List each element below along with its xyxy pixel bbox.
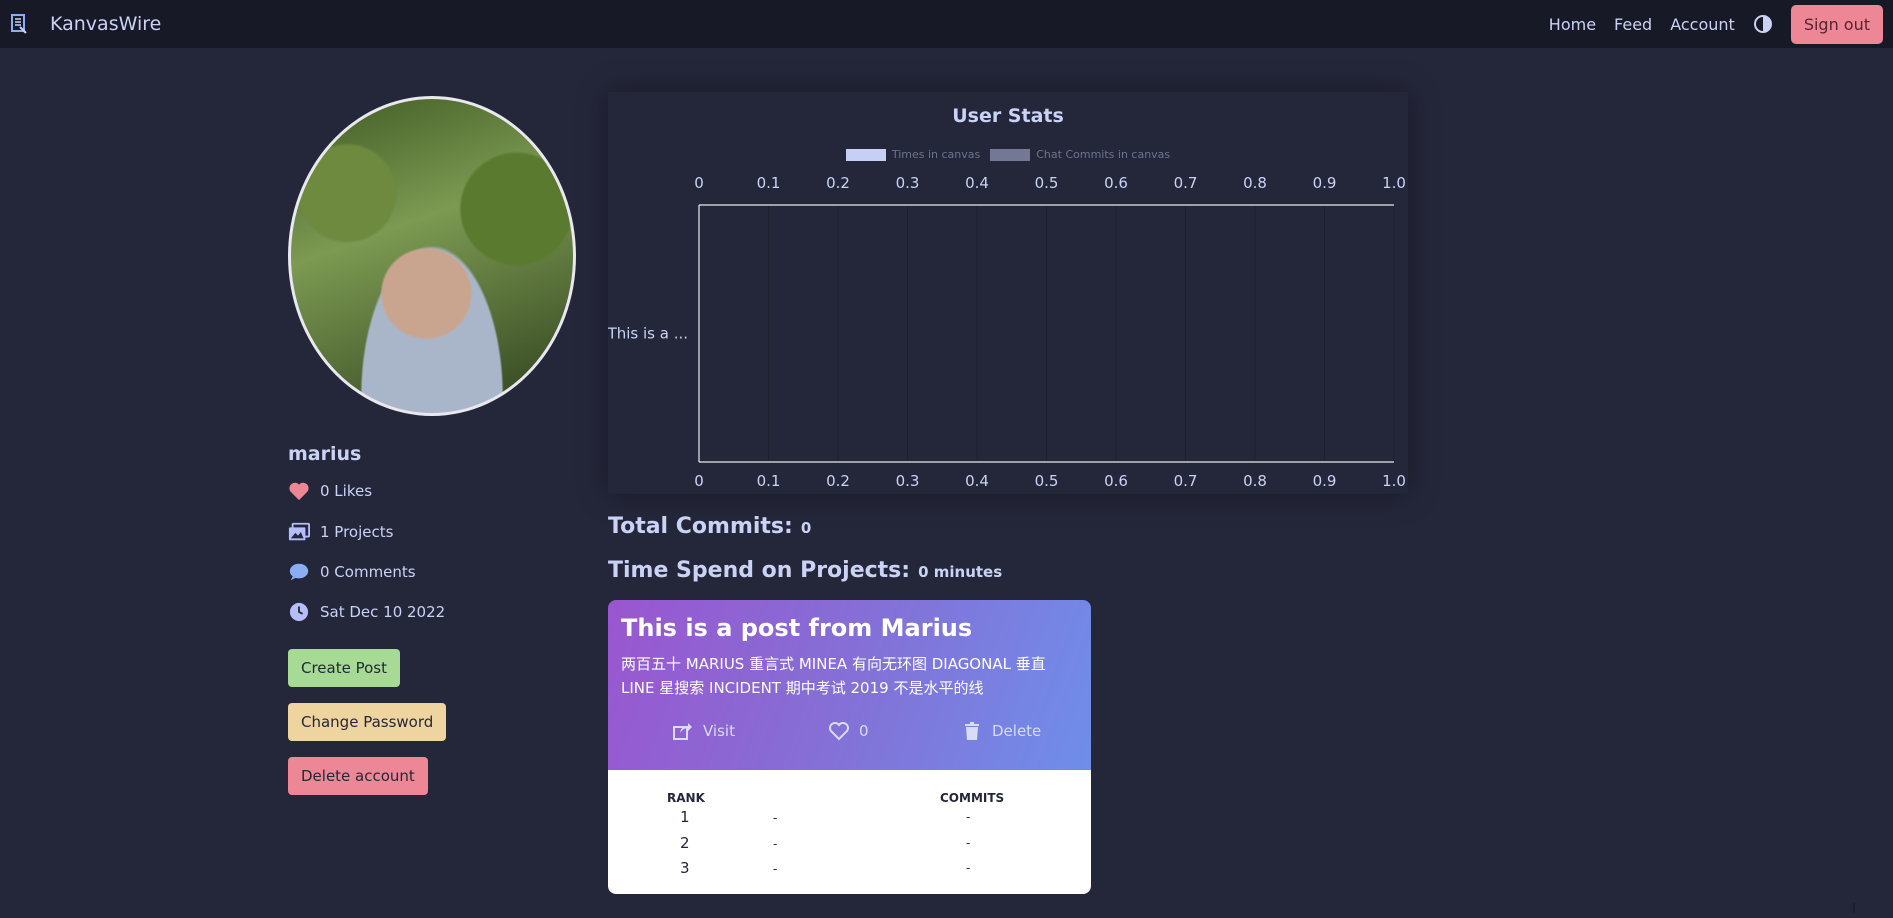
heart-outline-icon — [829, 722, 849, 741]
comments-stat: 0 Comments — [288, 562, 416, 582]
time-spend-value: 0 minutes — [918, 563, 1003, 581]
table-row-commits: - — [966, 836, 971, 850]
navbar: KanvasWire Home Feed Account Sign out — [0, 0, 1893, 48]
heart-icon — [289, 482, 309, 501]
visit-button[interactable]: Visit — [673, 721, 735, 741]
x-tick-label-top: 0.8 — [1243, 174, 1267, 192]
x-tick-label-bottom: 0.9 — [1313, 472, 1337, 490]
likes-label: 0 Likes — [320, 482, 373, 500]
total-commits-label: Total Commits: — [608, 514, 793, 539]
images-icon — [288, 522, 310, 541]
like-button[interactable]: 0 — [829, 721, 869, 741]
change-password-button[interactable]: Change Password — [288, 703, 447, 741]
x-tick-label-top: 0.5 — [1035, 174, 1059, 192]
delete-post-label: Delete — [992, 722, 1042, 740]
x-tick-label-top: 1.0 — [1382, 174, 1406, 192]
nav-account-link[interactable]: Account — [1670, 15, 1735, 34]
theme-toggle-icon[interactable] — [1753, 14, 1773, 34]
x-tick-label-top: 0.6 — [1104, 174, 1128, 192]
table-row-rank: 2 — [680, 834, 690, 852]
table-row-commits: - — [966, 810, 971, 824]
post-title: This is a post from Marius — [621, 614, 973, 642]
clock-icon — [289, 602, 309, 622]
chart-plot: 0 0 0.1 0.1 0.2 0.2 0.3 0.3 0.4 0.4 0.5 0.5 0.6 0.6 0.… — [608, 174, 1406, 490]
nav-right: Home Feed Account Sign out — [1549, 0, 1883, 48]
visit-label: Visit — [703, 722, 735, 740]
x-tick-label-bottom: 0.4 — [965, 472, 989, 490]
x-tick-label-bottom: 0.1 — [757, 472, 781, 490]
x-tick-label-bottom: 0.6 — [1104, 472, 1128, 490]
leaderboard-table: RANK COMMITS 1 - - 2 - - 3 - - — [608, 770, 1091, 894]
trash-icon — [965, 722, 979, 740]
x-tick-label-bottom: 1.0 — [1382, 472, 1406, 490]
avatar — [288, 96, 576, 416]
x-tick-label-bottom: 0.5 — [1035, 472, 1059, 490]
x-tick-label-top: 0.9 — [1313, 174, 1337, 192]
signout-button[interactable]: Sign out — [1790, 4, 1883, 44]
time-spend: Time Spend on Projects: 0 minutes — [608, 558, 1002, 583]
x-tick-label-bottom: 0.7 — [1174, 472, 1198, 490]
create-post-button[interactable]: Create Post — [288, 649, 400, 687]
table-row-name: - — [773, 837, 778, 851]
share-icon — [673, 723, 692, 740]
delete-account-button[interactable]: Delete account — [288, 757, 428, 795]
time-spend-label: Time Spend on Projects: — [608, 558, 911, 583]
comment-icon — [289, 563, 309, 581]
table-row-rank: 3 — [680, 859, 690, 877]
post-likes-count: 0 — [859, 722, 869, 740]
x-tick-label-bottom: 0 — [694, 472, 704, 490]
total-commits-value: 0 — [800, 519, 812, 537]
post-description: 两百五十 MARIUS 重言式 MINEA 有向无环图 DIAGONAL 垂直 … — [621, 655, 1046, 697]
x-tick-label-bottom: 0.8 — [1243, 472, 1267, 490]
x-tick-label-top: 0 — [694, 174, 704, 192]
likes-stat: 0 Likes — [288, 481, 372, 501]
brand[interactable]: KanvasWire — [10, 13, 161, 35]
table-row-name: - — [773, 862, 778, 876]
joined-date: Sat Dec 10 2022 — [320, 603, 446, 621]
x-tick-label-bottom: 0.3 — [896, 472, 920, 490]
x-tick-label-top: 0.1 — [757, 174, 781, 192]
commits-header: COMMITS — [940, 791, 1005, 805]
text-cursor-icon: I — [1852, 902, 1856, 917]
username: marius — [288, 443, 362, 465]
table-row-name: - — [773, 811, 778, 825]
comments-label: 0 Comments — [320, 563, 416, 581]
x-tick-label-bottom: 0.2 — [826, 472, 850, 490]
logo-icon — [11, 14, 27, 34]
table-row-rank: 1 — [680, 808, 690, 826]
nav-feed-link[interactable]: Feed — [1614, 15, 1652, 34]
delete-post-button[interactable]: Delete — [962, 721, 1041, 741]
total-commits: Total Commits: 0 — [608, 514, 811, 539]
x-tick-label-top: 0.3 — [896, 174, 920, 192]
brand-name: KanvasWire — [50, 13, 162, 35]
joined-stat: Sat Dec 10 2022 — [288, 602, 445, 622]
post-header: This is a post from Marius 两百五十 MARIUS 重… — [608, 600, 1091, 770]
x-tick-label-top: 0.7 — [1174, 174, 1198, 192]
table-row-commits: - — [966, 861, 971, 875]
projects-label: 1 Projects — [320, 523, 394, 541]
projects-stat: 1 Projects — [288, 522, 393, 542]
y-category-label: This is a ... — [608, 325, 688, 343]
x-tick-label-top: 0.2 — [826, 174, 850, 192]
rank-header: RANK — [667, 791, 705, 805]
x-tick-label-top: 0.4 — [965, 174, 989, 192]
user-stats-chart: User Stats Times in canvas Chat Commits … — [608, 92, 1408, 494]
post-card: This is a post from Marius 两百五十 MARIUS 重… — [608, 600, 1091, 894]
nav-home-link[interactable]: Home — [1549, 15, 1596, 34]
